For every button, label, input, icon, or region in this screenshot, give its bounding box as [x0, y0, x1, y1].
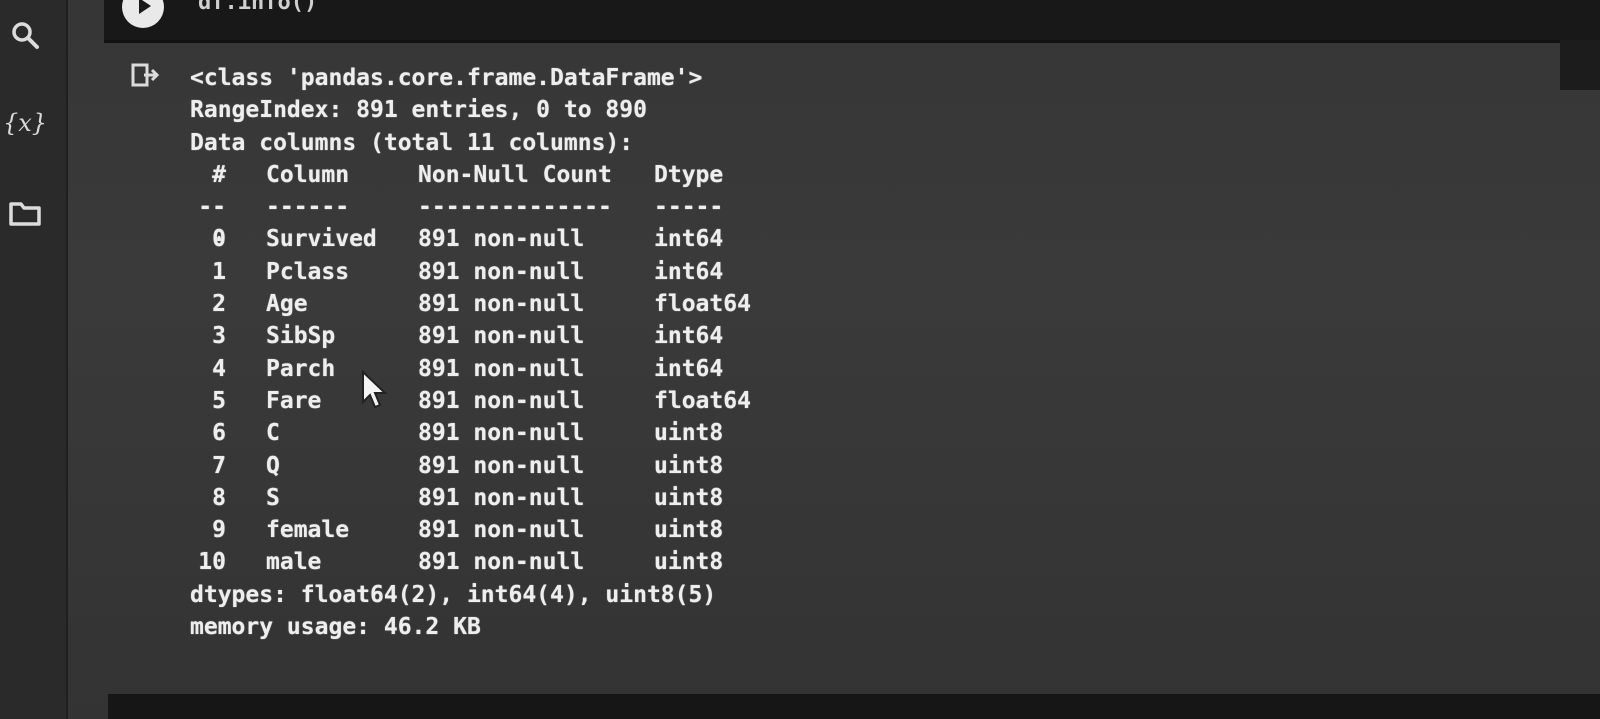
row-column: Pclass — [266, 258, 350, 285]
row-dtype: uint8 — [654, 484, 724, 511]
row-index: 7 — [212, 452, 226, 479]
row-count: 891 non-null — [418, 420, 585, 447]
cell-output: <class 'pandas.core.frame.DataFrame'> Ra… — [190, 62, 774, 643]
row-count: 891 non-null — [418, 355, 585, 382]
row-dtype: uint8 — [654, 549, 724, 576]
folder-icon[interactable] — [8, 196, 42, 230]
row-dtype: int64 — [654, 323, 724, 350]
row-index: 10 — [198, 549, 226, 576]
row-dtype: int64 — [654, 258, 724, 285]
row-count: 891 non-null — [418, 258, 585, 285]
row-column: Fare — [266, 387, 322, 414]
next-cell-bar[interactable] — [108, 694, 1600, 719]
header-count: Non-Null Count — [418, 161, 612, 188]
row-dtype: uint8 — [654, 452, 724, 479]
separator-row: --- ------ -------------- ----- — [190, 191, 774, 253]
row-index: 2 — [212, 291, 226, 318]
header-dtype: Dtype — [654, 161, 724, 188]
table-header-row: # Column Non-Null Count Dtype — [190, 159, 774, 191]
header-column: Column — [266, 161, 350, 188]
table-row: 5 Fare 891 non-null float64 — [190, 385, 774, 417]
cell-edge-shadow — [1560, 40, 1600, 90]
class-line: <class 'pandas.core.frame.DataFrame'> — [190, 65, 703, 91]
table-row: 9 female 891 non-null uint8 — [190, 514, 774, 546]
row-dtype: float64 — [654, 387, 751, 414]
row-column: C — [266, 420, 280, 447]
row-column: female — [266, 517, 350, 544]
row-count: 891 non-null — [418, 517, 585, 544]
row-column: Age — [266, 291, 308, 318]
separator-column: ------ — [266, 194, 350, 221]
variables-label: {x} — [2, 109, 48, 137]
dtypes-line: dtypes: float64(2), int64(4), uint8(5) — [190, 581, 717, 608]
variables-icon[interactable]: {x} — [3, 106, 47, 140]
table-row: 8 S 891 non-null uint8 — [190, 482, 774, 514]
row-count: 891 non-null — [418, 549, 585, 576]
table-row: 10 male 891 non-null uint8 — [190, 546, 774, 578]
row-count: 891 non-null — [418, 387, 585, 414]
row-index: 4 — [212, 355, 226, 382]
row-index: 9 — [212, 517, 226, 544]
row-column: S — [266, 484, 280, 511]
row-column: Survived — [266, 226, 377, 253]
table-row: 2 Age 891 non-null float64 — [190, 288, 774, 320]
row-index: 3 — [212, 323, 226, 350]
cell-code[interactable]: df.info() — [198, 0, 317, 15]
memory-usage-line: memory usage: 46.2 KB — [190, 614, 481, 641]
row-column: SibSp — [266, 323, 336, 350]
row-dtype: uint8 — [654, 420, 724, 447]
row-index: 8 — [212, 484, 226, 511]
row-index: 6 — [212, 420, 226, 447]
row-index: 1 — [212, 258, 226, 285]
row-count: 891 non-null — [418, 452, 585, 479]
row-count: 891 non-null — [418, 291, 585, 318]
row-count: 891 non-null — [418, 323, 585, 350]
row-dtype: float64 — [654, 291, 751, 318]
row-index: 0 — [212, 226, 226, 253]
code-cell[interactable] — [104, 0, 1600, 43]
row-column: male — [266, 549, 322, 576]
row-count: 891 non-null — [418, 484, 585, 511]
mouse-pointer-icon — [360, 369, 392, 412]
row-dtype: int64 — [654, 226, 724, 253]
row-dtype: uint8 — [654, 517, 724, 544]
table-row: 4 Parch 891 non-null int64 — [190, 353, 774, 385]
range-index-line: RangeIndex: 891 entries, 0 to 890 — [190, 97, 647, 124]
row-dtype: int64 — [654, 355, 724, 382]
row-column: Q — [266, 452, 280, 479]
table-row: 1 Pclass 891 non-null int64 — [190, 256, 774, 288]
row-column: Parch — [266, 355, 336, 382]
table-row: 3 SibSp 891 non-null int64 — [190, 320, 774, 352]
left-sidebar: {x} — [0, 0, 68, 719]
table-row: 6 C 891 non-null uint8 — [190, 417, 774, 449]
separator-count: -------------- — [418, 194, 612, 221]
table-row: 0 Survived 891 non-null int64 — [190, 223, 774, 255]
search-icon[interactable] — [8, 18, 42, 52]
separator-index: --- — [198, 194, 226, 253]
table-row: 7 Q 891 non-null uint8 — [190, 450, 774, 482]
output-clear-icon[interactable] — [130, 62, 160, 90]
header-index: # — [212, 161, 226, 188]
row-index: 5 — [212, 387, 226, 414]
row-count: 891 non-null — [418, 226, 585, 253]
separator-dtype: ----- — [654, 194, 724, 221]
data-columns-line: Data columns (total 11 columns): — [190, 129, 634, 156]
